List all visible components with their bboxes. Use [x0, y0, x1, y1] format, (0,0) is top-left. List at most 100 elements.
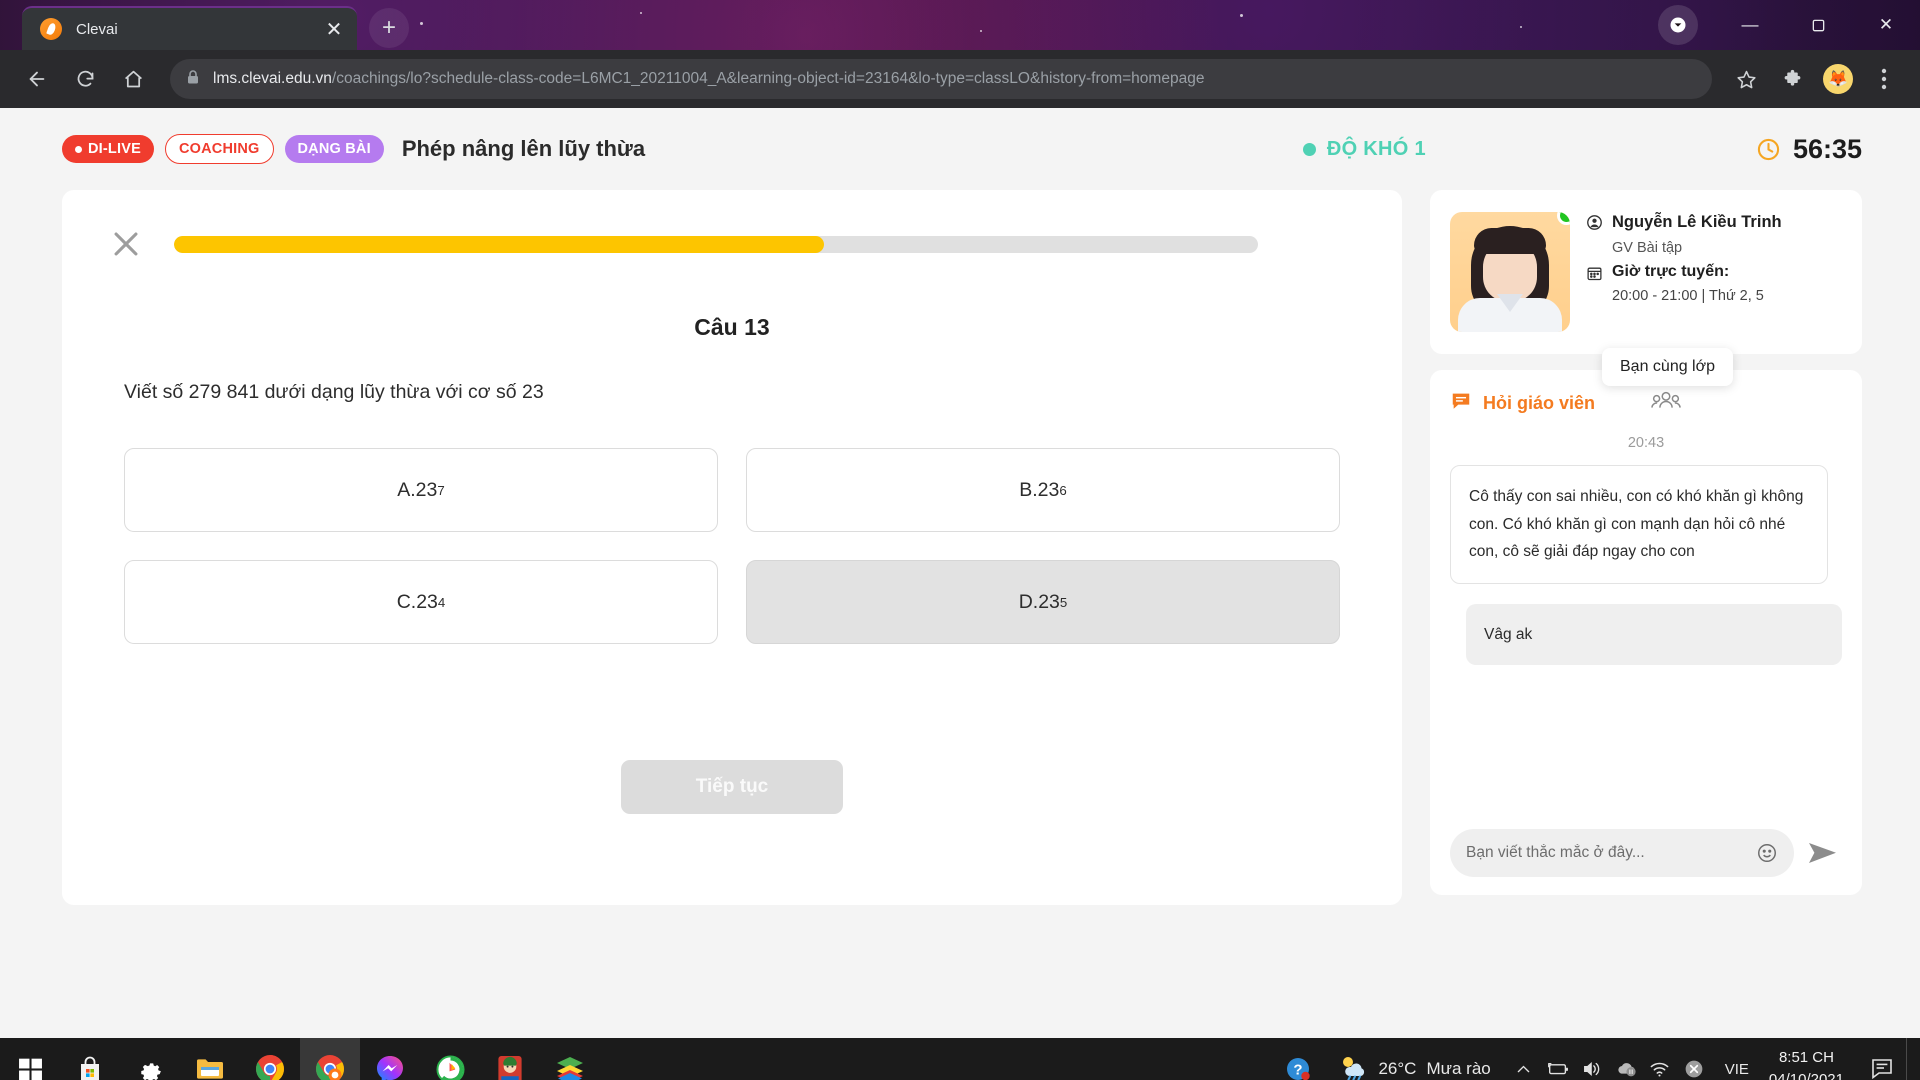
status-badge-coaching: COACHING	[164, 134, 274, 164]
home-icon[interactable]	[112, 58, 154, 100]
avatar: 🦊	[1823, 64, 1853, 94]
language-indicator[interactable]: VIE	[1711, 1061, 1763, 1078]
chrome-menu-icon[interactable]	[1864, 59, 1904, 99]
help-icon[interactable]: ?	[1268, 1038, 1328, 1080]
settings-icon[interactable]	[120, 1038, 180, 1080]
chat-input-row	[1450, 829, 1842, 877]
system-tray: 26°C Mưa rào VIE 8:51 CH 04/10/2021	[1328, 1038, 1920, 1080]
address-bar[interactable]: lms.clevai.edu.vn/coachings/lo?schedule-…	[170, 59, 1712, 99]
extensions-icon[interactable]	[1772, 59, 1812, 99]
minimize-button[interactable]: —	[1716, 0, 1784, 50]
timer-value: 56:35	[1792, 133, 1862, 164]
chrome-active-icon[interactable]	[300, 1038, 360, 1080]
bluestacks-icon[interactable]	[540, 1038, 600, 1080]
close-icon[interactable]: ✕	[321, 16, 347, 42]
online-hours-label: Giờ trực tuyến:	[1612, 263, 1730, 280]
weather-icon	[1338, 1054, 1368, 1080]
browser-chrome: Clevai ✕ + — ✕ lms.clevai.edu.vn/coachin…	[0, 0, 1920, 108]
profile-avatar-button[interactable]	[1658, 5, 1698, 45]
chat-message-teacher: Cô thấy con sai nhiều, con có khó khăn g…	[1450, 465, 1828, 584]
chrome-icon[interactable]	[240, 1038, 300, 1080]
answer-option-c[interactable]: C.23 4	[124, 560, 718, 644]
right-sidebar: Nguyễn Lê Kiều Trinh GV Bài tập Giờ trực…	[1430, 190, 1862, 895]
send-icon[interactable]	[1808, 840, 1842, 866]
chevron-up-icon[interactable]	[1507, 1038, 1541, 1080]
microsoft-store-icon[interactable]	[60, 1038, 120, 1080]
decorative-star	[1520, 26, 1522, 28]
messenger-icon[interactable]	[360, 1038, 420, 1080]
option-a-text: A.23	[397, 478, 438, 501]
browser-toolbar: lms.clevai.edu.vn/coachings/lo?schedule-…	[0, 50, 1920, 108]
answer-option-a[interactable]: A.23 7	[124, 448, 718, 532]
page-title: Phép nâng lên lũy thừa	[401, 136, 646, 161]
weather-widget[interactable]: 26°C Mưa rào	[1328, 1054, 1506, 1080]
difficulty-dot-icon	[1302, 142, 1316, 156]
continue-button[interactable]: Tiếp tục	[621, 760, 843, 814]
option-d-exponent: 5	[1059, 594, 1068, 610]
lock-icon	[186, 69, 200, 90]
teacher-details: Nguyễn Lê Kiều Trinh GV Bài tập Giờ trực…	[1586, 212, 1842, 332]
option-b-exponent: 6	[1059, 482, 1067, 498]
tab-title: Clevai	[76, 20, 118, 38]
question-text: Viết số 279 841 dưới dạng lũy thừa với c…	[124, 381, 544, 403]
chat-tabs: Hỏi giáo viên	[1450, 390, 1842, 417]
onedrive-icon[interactable]	[1609, 1038, 1643, 1080]
option-c-text: C.23	[396, 590, 438, 613]
live-dot-icon	[75, 145, 82, 153]
lesson-header: DI-LIVE COACHING DẠNG BÀI Phép nâng lên …	[0, 108, 1920, 190]
maximize-button[interactable]	[1784, 0, 1852, 50]
teacher-name: Nguyễn Lê Kiều Trinh	[1612, 213, 1782, 231]
emoji-icon[interactable]	[1756, 842, 1778, 864]
answer-options: A.23 7 B.23 6 C.23 4 D.23 5	[124, 448, 1340, 644]
online-hours-value: 20:00 - 21:00 | Thứ 2, 5	[1612, 288, 1764, 304]
user-icon	[1586, 214, 1603, 236]
url-path: /coachings/lo?schedule-class-code=L6MC1_…	[331, 70, 1205, 87]
decorative-star	[1240, 14, 1243, 17]
question-card: Câu 13 Viết số 279 841 dưới dạng lũy thừ…	[62, 190, 1402, 905]
chat-bubble-icon	[1450, 390, 1472, 417]
file-explorer-icon[interactable]	[180, 1038, 240, 1080]
question-number: Câu 13	[694, 314, 770, 340]
green-app-icon[interactable]	[420, 1038, 480, 1080]
new-tab-button[interactable]: +	[369, 8, 409, 48]
window-close-button[interactable]: ✕	[1852, 0, 1920, 50]
answer-option-d[interactable]: D.23 5	[746, 560, 1340, 644]
answer-option-b[interactable]: B.23 6	[746, 448, 1340, 532]
windows-taskbar: ? 26°C Mưa rào VIE 8:51 CH 04/10/2021	[0, 1038, 1920, 1080]
tab-classmates[interactable]	[1651, 390, 1681, 417]
tab-ask-teacher[interactable]: Hỏi giáo viên	[1450, 390, 1595, 417]
option-d-text: D.23	[1018, 590, 1060, 613]
browser-tab-clevai[interactable]: Clevai ✕	[22, 6, 357, 50]
clock-time: 8:51 CH	[1778, 1049, 1834, 1067]
error-icon[interactable]	[1677, 1038, 1711, 1080]
close-icon[interactable]	[106, 224, 146, 264]
game-app-icon[interactable]	[480, 1038, 540, 1080]
people-icon	[1651, 390, 1681, 417]
status-badge-dang-bai: DẠNG BÀI	[284, 135, 384, 163]
weather-condition: Mưa rào	[1426, 1059, 1491, 1078]
chat-panel: Hỏi giáo viên 20:43 Cô thấy con sai nhiề…	[1430, 370, 1862, 895]
classmates-tooltip: Bạn cùng lớp	[1602, 348, 1733, 386]
chat-input[interactable]	[1466, 844, 1756, 862]
status-badge-live: DI-LIVE	[62, 135, 154, 163]
clock-date: 04/10/2021	[1768, 1071, 1844, 1080]
chat-input-wrapper[interactable]	[1450, 829, 1794, 877]
reload-icon[interactable]	[64, 58, 106, 100]
online-status-dot	[1557, 212, 1570, 225]
notification-icon[interactable]	[1860, 1038, 1906, 1080]
volume-icon[interactable]	[1575, 1038, 1609, 1080]
browser-titlebar: Clevai ✕ + — ✕	[0, 0, 1920, 50]
show-desktop-button[interactable]	[1906, 1038, 1914, 1080]
wifi-icon[interactable]	[1643, 1038, 1677, 1080]
profile-extension-avatar[interactable]: 🦊	[1818, 59, 1858, 99]
clevai-favicon	[40, 18, 62, 40]
bookmark-star-icon[interactable]	[1726, 59, 1766, 99]
badge-label: DI-LIVE	[88, 141, 141, 157]
start-button[interactable]	[0, 1038, 60, 1080]
calendar-icon	[1586, 265, 1603, 287]
chat-message-me: Vâg ak	[1466, 603, 1842, 666]
back-icon[interactable]	[16, 58, 58, 100]
battery-icon[interactable]	[1541, 1038, 1575, 1080]
taskbar-clock[interactable]: 8:51 CH 04/10/2021	[1763, 1047, 1860, 1080]
url-host: lms.clevai.edu.vn	[213, 70, 332, 87]
